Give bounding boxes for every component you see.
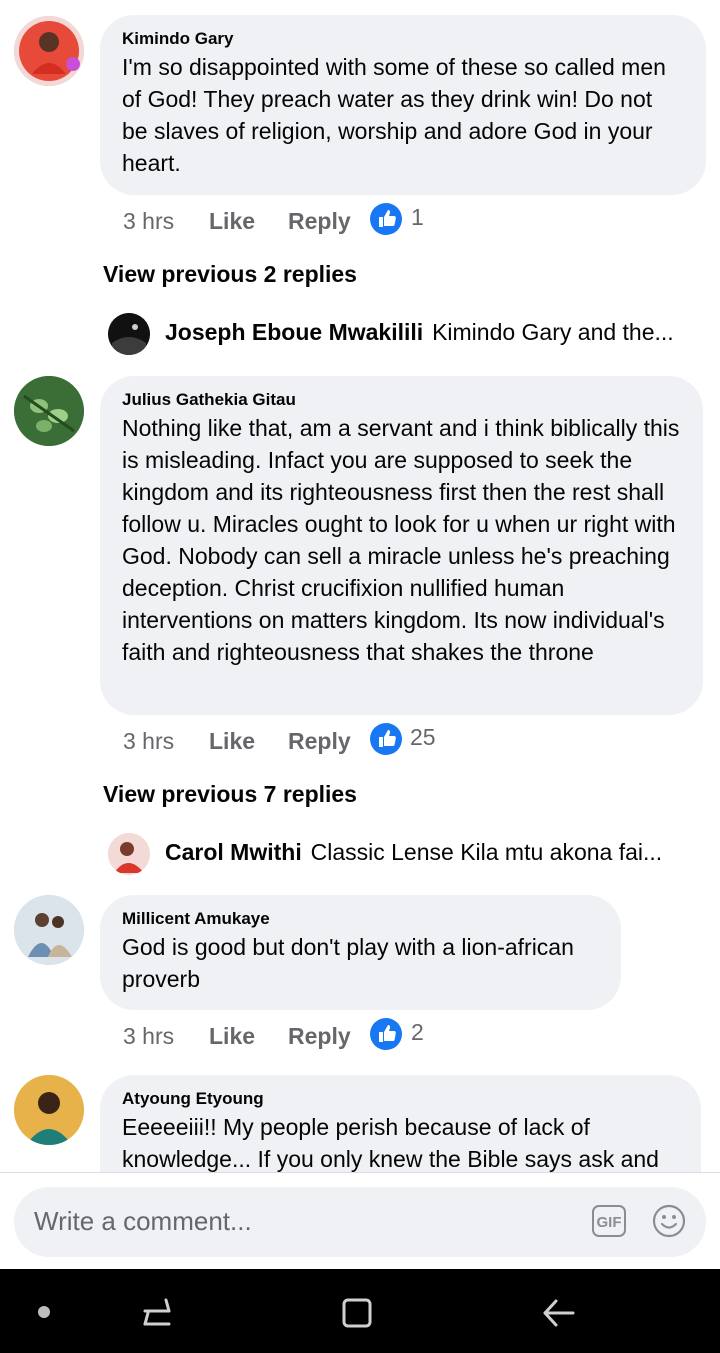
reply-text: Kimindo Gary and the... xyxy=(432,319,674,345)
latest-reply-preview[interactable]: Joseph Eboue Mwakilili Kimindo Gary and … xyxy=(108,313,680,355)
system-navigation-bar xyxy=(0,1269,720,1353)
reaction-count[interactable]: 1 xyxy=(411,202,424,232)
thumbs-up-icon[interactable] xyxy=(370,203,402,235)
recents-icon[interactable] xyxy=(140,1296,174,1330)
comment-author[interactable]: Millicent Amukaye xyxy=(122,907,599,931)
comment-actions: 3 hrs Like Reply 25 xyxy=(123,723,683,756)
comment-input[interactable]: Write a comment... GIF xyxy=(14,1187,706,1257)
reply-button[interactable]: Reply xyxy=(288,1021,351,1051)
comment-bubble: Millicent Amukaye God is good but don't … xyxy=(100,895,621,1010)
comment-text: Eeeeeiii!! My people perish because of l… xyxy=(122,1114,659,1172)
gif-icon[interactable]: GIF xyxy=(592,1205,626,1237)
comment-text: I'm so disappointed with some of these s… xyxy=(122,54,666,176)
reply-author: Joseph Eboue Mwakilili xyxy=(165,319,424,345)
reaction-count[interactable]: 2 xyxy=(411,1017,424,1047)
reply-button[interactable]: Reply xyxy=(288,726,351,756)
avatar-photo xyxy=(14,376,84,446)
home-icon[interactable] xyxy=(340,1296,374,1330)
comment-composer-bar: Write a comment... GIF xyxy=(0,1172,720,1270)
avatar[interactable] xyxy=(14,16,84,86)
comment-time[interactable]: 3 hrs xyxy=(123,1021,174,1051)
comment-actions: 3 hrs Like Reply 2 xyxy=(123,1018,683,1051)
avatar-photo xyxy=(14,895,84,965)
comment-author[interactable]: Atyoung Etyoung xyxy=(122,1087,679,1111)
back-icon[interactable] xyxy=(540,1296,578,1330)
comment-bubble: Julius Gathekia Gitau Nothing like that,… xyxy=(100,376,703,715)
view-previous-replies[interactable]: View previous 7 replies xyxy=(103,781,357,808)
dot-icon[interactable] xyxy=(38,1306,50,1318)
reply-button[interactable]: Reply xyxy=(288,206,351,236)
reply-author: Carol Mwithi xyxy=(165,839,302,865)
thumbs-up-icon[interactable] xyxy=(370,723,402,755)
comment-author[interactable]: Kimindo Gary xyxy=(122,27,684,51)
comment-bubble: Kimindo Gary I'm so disappointed with so… xyxy=(100,15,706,195)
comment-time[interactable]: 3 hrs xyxy=(123,726,174,756)
comment-input-placeholder: Write a comment... xyxy=(34,1206,252,1236)
avatar xyxy=(108,313,150,355)
smiley-icon[interactable] xyxy=(652,1204,686,1238)
comment-text: Nothing like that, am a servant and i th… xyxy=(122,415,680,665)
reply-text: Classic Lense Kila mtu akona fai... xyxy=(310,839,663,865)
avatar-photo xyxy=(14,16,84,86)
comment-time[interactable]: 3 hrs xyxy=(123,206,174,236)
like-button[interactable]: Like xyxy=(209,726,255,756)
avatar[interactable] xyxy=(14,895,84,965)
latest-reply-preview[interactable]: Carol Mwithi Classic Lense Kila mtu akon… xyxy=(108,833,680,875)
view-previous-replies[interactable]: View previous 2 replies xyxy=(103,261,357,288)
avatar xyxy=(108,833,150,875)
avatar[interactable] xyxy=(14,376,84,446)
comment-actions: 3 hrs Like Reply 1 xyxy=(123,203,683,236)
avatar[interactable] xyxy=(14,1075,84,1145)
reaction-count[interactable]: 25 xyxy=(410,722,436,752)
thumbs-up-icon[interactable] xyxy=(370,1018,402,1050)
comment-text: God is good but don't play with a lion-a… xyxy=(122,934,574,992)
like-button[interactable]: Like xyxy=(209,206,255,236)
like-button[interactable]: Like xyxy=(209,1021,255,1051)
comment-author[interactable]: Julius Gathekia Gitau xyxy=(122,388,681,412)
avatar-photo xyxy=(14,1075,84,1145)
